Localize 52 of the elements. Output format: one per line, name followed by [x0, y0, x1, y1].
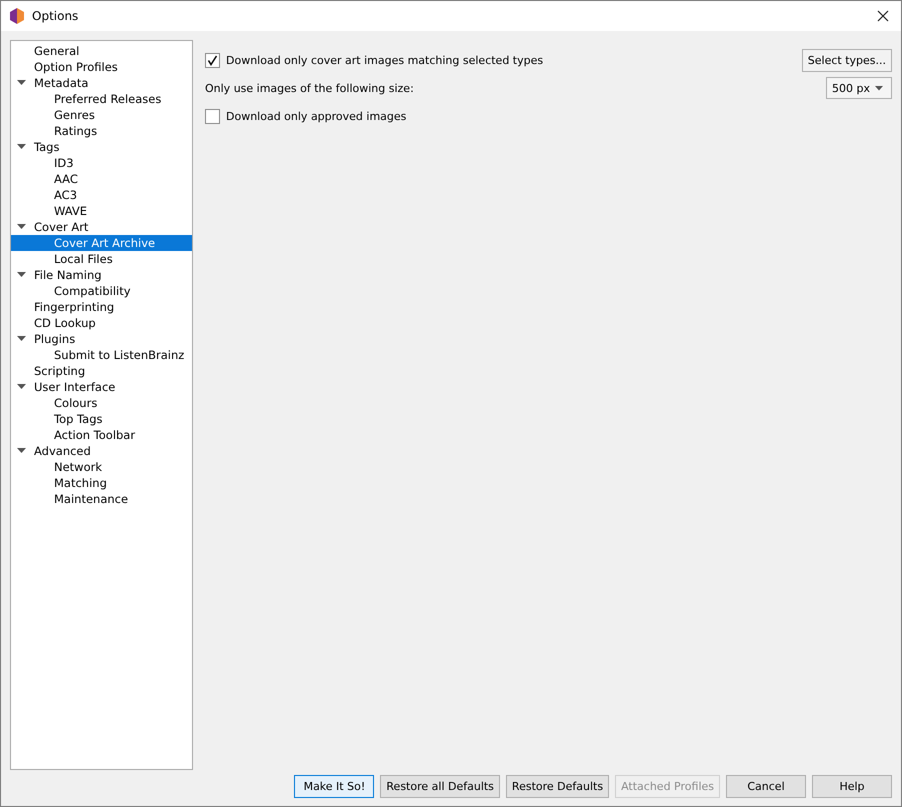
tree-item[interactable]: Compatibility [11, 283, 192, 299]
expand-arrow-icon[interactable] [17, 80, 26, 86]
tree-item[interactable]: Matching [11, 475, 192, 491]
expand-arrow-icon[interactable] [17, 384, 26, 390]
tree-item[interactable]: Cover Art Archive [11, 235, 192, 251]
close-icon[interactable] [877, 10, 889, 22]
dialog-button[interactable]: Cancel [726, 775, 806, 798]
app-logo-icon [10, 8, 24, 24]
checkbox-label: Download only approved images [226, 110, 408, 122]
expand-arrow-icon[interactable] [17, 224, 26, 230]
tree-item[interactable]: Local Files [11, 251, 192, 267]
tree-item[interactable]: Top Tags [11, 411, 192, 427]
tree-item[interactable]: User Interface [11, 379, 192, 395]
tree-item[interactable]: Plugins [11, 331, 192, 347]
select-types-button[interactable]: Select types... [802, 48, 892, 72]
size-dropdown[interactable]: 500 px [826, 77, 892, 99]
checkbox[interactable] [205, 108, 220, 124]
dialog-button[interactable]: Make It So! [294, 775, 374, 798]
tree-item[interactable]: Fingerprinting [11, 299, 192, 315]
dialog-button[interactable]: Help [812, 775, 892, 798]
tree-item[interactable]: Genres [11, 107, 192, 123]
checkbox[interactable] [205, 52, 220, 68]
tree-item[interactable]: Action Toolbar [11, 427, 192, 443]
dialog-button[interactable]: Restore Defaults [506, 775, 610, 798]
tree-item[interactable]: File Naming [11, 267, 192, 283]
tree-item[interactable]: AC3 [11, 187, 192, 203]
checkbox-label: Download only cover art images matching selected types [226, 54, 544, 66]
tree-item[interactable]: Cover Art [11, 219, 192, 235]
tree-item[interactable]: WAVE [11, 203, 192, 219]
tree-item[interactable]: Preferred Releases [11, 91, 192, 107]
window-title: Options [32, 9, 80, 23]
tree-item[interactable]: Submit to ListenBrainz [11, 347, 192, 363]
expand-arrow-icon[interactable] [17, 144, 26, 150]
caret-icon[interactable] [875, 86, 883, 90]
expand-arrow-icon[interactable] [17, 336, 26, 342]
tree-item[interactable]: Maintenance [11, 491, 192, 507]
tree-item[interactable]: Network [11, 459, 192, 475]
tree-item[interactable]: Advanced [11, 443, 192, 459]
tree-item[interactable]: CD Lookup [11, 315, 192, 331]
size-label: Only use images of the following size: [205, 82, 415, 94]
tree-item[interactable]: Tags [11, 139, 192, 155]
tree-item[interactable]: ID3 [11, 155, 192, 171]
tree-item[interactable]: Ratings [11, 123, 192, 139]
expand-arrow-icon[interactable] [17, 272, 26, 278]
tree-item[interactable]: General [11, 43, 192, 59]
dialog-button[interactable]: Restore all Defaults [380, 775, 500, 798]
tree-item[interactable]: Scripting [11, 363, 192, 379]
tree-item[interactable]: Option Profiles [11, 59, 192, 75]
expand-arrow-icon[interactable] [17, 448, 26, 454]
tree-item[interactable]: Colours [11, 395, 192, 411]
tree-item[interactable]: Metadata [11, 75, 192, 91]
tree-item[interactable]: AAC [11, 171, 192, 187]
